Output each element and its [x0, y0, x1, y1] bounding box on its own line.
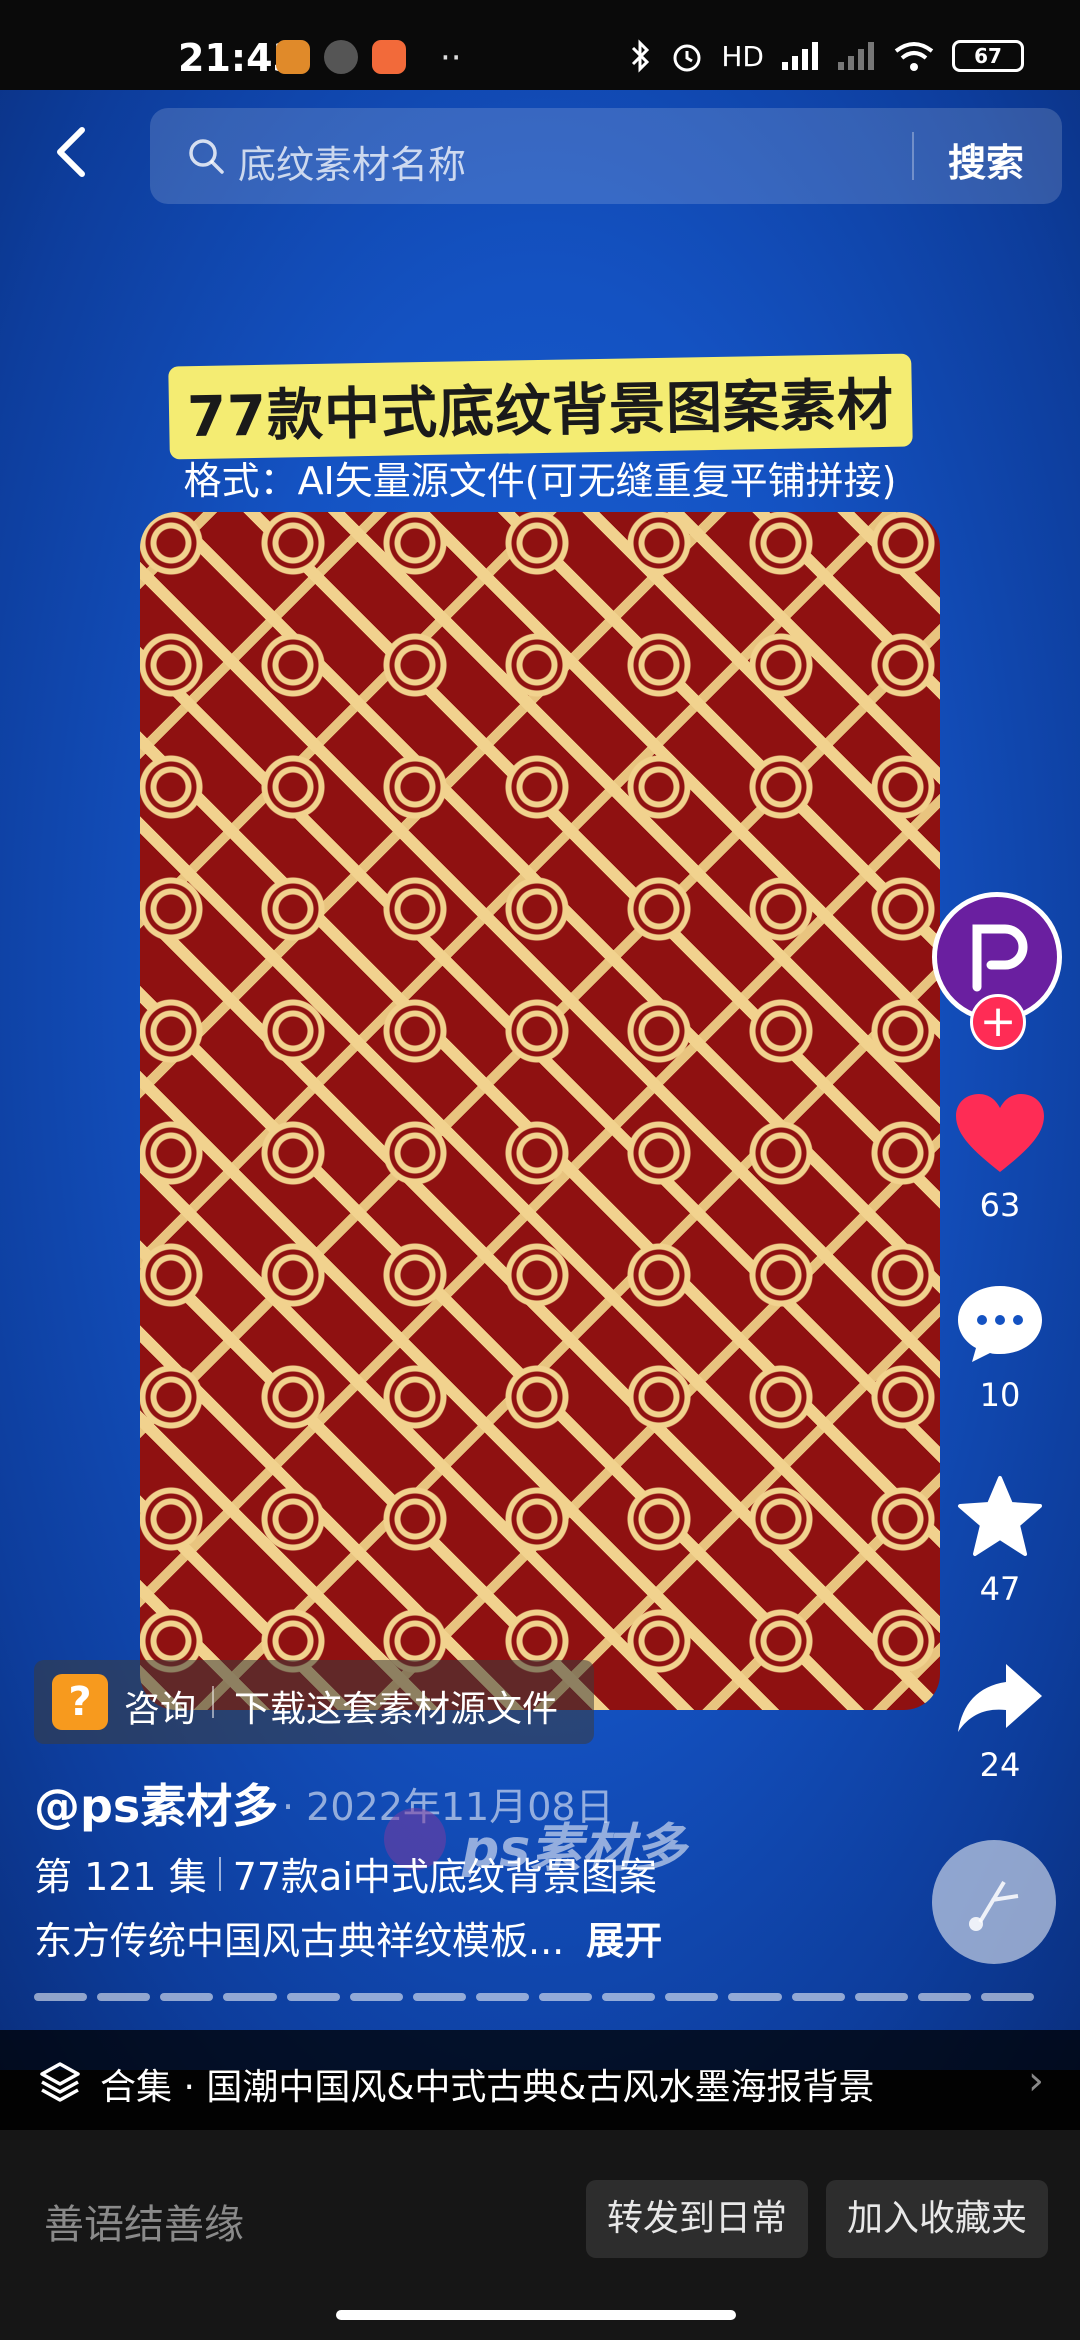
- progress-segment: [539, 1993, 593, 2001]
- progress-segment: [980, 1993, 1034, 2001]
- progress-segment: [412, 1993, 466, 2001]
- heart-icon: [956, 1094, 1044, 1172]
- share-action[interactable]: 24: [940, 1660, 1060, 1784]
- like-action[interactable]: 63: [940, 1090, 1060, 1224]
- pattern-preview-image: [140, 512, 940, 1710]
- video-title-wrap: 77款中式底纹背景图案素材: [0, 353, 1080, 460]
- progress-segment: [917, 1993, 971, 2001]
- episode-title: 77款ai中式底纹背景图案: [232, 1855, 657, 1899]
- back-arrow-icon: [57, 127, 85, 177]
- hd-label: HD: [721, 39, 764, 73]
- comment-count: 10: [979, 1376, 1021, 1414]
- battery-indicator: 67: [952, 40, 1024, 72]
- notification-icons: [276, 40, 406, 74]
- system-icons: HD 67: [629, 38, 1024, 74]
- description-line: 东方传统中国风古典祥纹模板... 展开: [34, 1910, 662, 1965]
- share-arrow-icon: [958, 1664, 1042, 1732]
- progress-segment: [34, 1993, 88, 2001]
- favorite-action[interactable]: 47: [940, 1474, 1060, 1608]
- progress-segment: [602, 1993, 656, 2001]
- status-bar: 21:43 ·· HD 67: [0, 0, 1080, 90]
- wifi-icon: [894, 42, 934, 71]
- episode-divider: [218, 1856, 221, 1891]
- music-disc[interactable]: [932, 1840, 1056, 1964]
- search-icon: [189, 139, 224, 174]
- search-bar[interactable]: 底纹素材名称 搜索: [150, 108, 1062, 204]
- back-button[interactable]: [44, 122, 104, 182]
- expand-button[interactable]: 展开: [586, 1919, 662, 1963]
- progress-segment: [854, 1993, 908, 2001]
- share-count: 24: [979, 1746, 1021, 1784]
- consult-text: 下载这套素材源文件: [234, 1689, 559, 1730]
- progress-segment: [728, 1993, 782, 2001]
- search-input[interactable]: 底纹素材名称: [238, 134, 466, 189]
- progress-segment: [97, 1993, 151, 2001]
- progress-segment: [160, 1993, 214, 2001]
- consult-label: 咨询: [124, 1689, 197, 1730]
- alarm-icon: [673, 44, 701, 72]
- comment-action[interactable]: 10: [940, 1282, 1060, 1414]
- search-divider: [912, 132, 914, 180]
- collection-bar[interactable]: 合集 · 国潮中国风&中式古典&古风水墨海报背景 ›: [0, 2030, 1080, 2130]
- star-icon: [958, 1476, 1042, 1556]
- forward-to-daily-button[interactable]: 转发到日常: [586, 2180, 808, 2258]
- question-icon: ?: [52, 1674, 108, 1730]
- music-note-icon: [969, 1880, 1019, 1931]
- owl-app-icon: [276, 40, 310, 74]
- comment-input[interactable]: 善语结善缘: [44, 2192, 244, 2250]
- record-app-icon: [324, 40, 358, 74]
- progress-segment: [665, 1993, 719, 2001]
- top-bar: 底纹素材名称 搜索: [0, 100, 1080, 210]
- author-name[interactable]: @ps素材多: [34, 1770, 278, 1836]
- consult-banner[interactable]: ? 咨询 下载这套素材源文件: [34, 1660, 594, 1744]
- episode-number: 第 121 集: [34, 1855, 207, 1899]
- comment-icon: [958, 1286, 1042, 1362]
- home-indicator[interactable]: [336, 2310, 736, 2320]
- follow-button[interactable]: +: [970, 994, 1026, 1050]
- signal-2-icon: [838, 42, 874, 70]
- video-title: 77款中式底纹背景图案素材: [167, 353, 913, 460]
- search-button[interactable]: 搜索: [948, 132, 1024, 187]
- collection-title: 合集 · 国潮中国风&中式古典&古风水墨海报背景: [100, 2067, 875, 2108]
- progress-segment: [286, 1993, 340, 2001]
- episode-progress-bar[interactable]: [34, 1993, 1034, 2001]
- video-subtitle: 格式：AI矢量源文件(可无缝重复平铺拼接): [183, 459, 897, 503]
- signal-icon: [782, 42, 818, 70]
- chevron-right-icon: ›: [1028, 2058, 1044, 2104]
- episode-line[interactable]: 第 121 集 77款ai中式底纹背景图案: [34, 1846, 657, 1901]
- progress-segment: [349, 1993, 403, 2001]
- progress-segment: [475, 1993, 529, 2001]
- add-to-favorites-button[interactable]: 加入收藏夹: [826, 2180, 1048, 2258]
- favorite-count: 47: [979, 1570, 1021, 1608]
- status-more-dots: ··: [440, 38, 462, 78]
- progress-segment: [223, 1993, 277, 2001]
- bluetooth-icon: [632, 39, 650, 73]
- like-count: 63: [979, 1186, 1021, 1224]
- bottom-bar: 善语结善缘 转发到日常 加入收藏夹: [0, 2130, 1080, 2340]
- description-text: 东方传统中国风古典祥纹模板...: [34, 1919, 565, 1963]
- consult-divider: [212, 1686, 214, 1718]
- progress-segment: [791, 1993, 845, 2001]
- layers-icon: [40, 2062, 80, 2102]
- shop-app-icon: [372, 40, 406, 74]
